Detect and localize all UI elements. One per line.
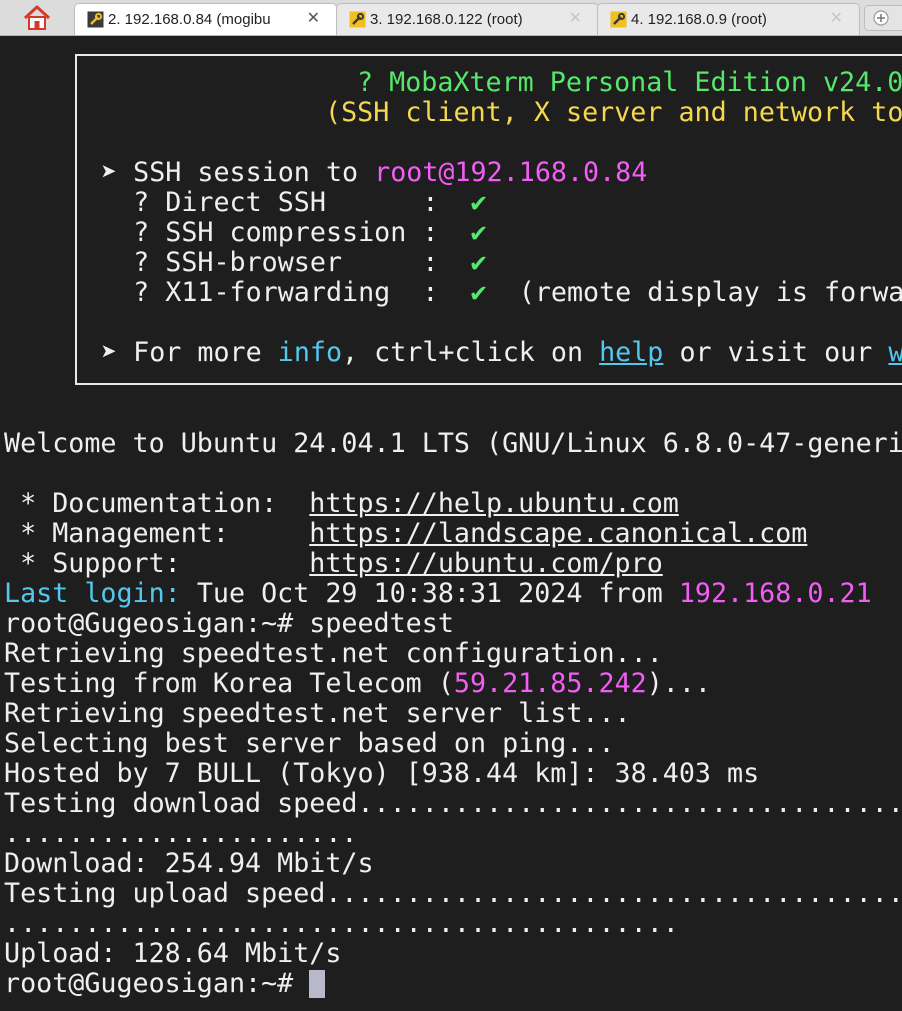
website-link[interactable]: we (888, 337, 902, 368)
home-tab-button[interactable] (22, 4, 52, 32)
tab-session-4[interactable]: 4. 192.168.0.9 (root) ✕ (597, 3, 860, 35)
tab-label: 2. 192.168.0.84 (mogibu (108, 11, 271, 28)
management-line: * Management: https://landscape.canonica… (4, 518, 808, 549)
close-icon[interactable]: ✕ (830, 9, 843, 29)
tab-session-3[interactable]: 3. 192.168.0.122 (root) ✕ (336, 3, 599, 35)
download-result: Download: 254.94 Mbit/s (4, 848, 374, 879)
home-icon (23, 5, 51, 30)
session-tab-bar: 2. 192.168.0.84 (mogibu ✕ 3. 192.168.0.1… (0, 0, 902, 36)
welcome-line: Welcome to Ubuntu 24.04.1 LTS (GNU/Linux… (4, 428, 902, 459)
documentation-line: * Documentation: https://help.ubuntu.com (4, 488, 679, 519)
management-link[interactable]: https://landscape.canonical.com (309, 518, 807, 549)
close-icon[interactable]: ✕ (569, 9, 582, 29)
output-line: Retrieving speedtest.net server list... (4, 698, 631, 729)
last-login-line: Last login: Tue Oct 29 10:38:31 2024 fro… (4, 578, 872, 609)
info-word: info (277, 337, 343, 368)
support-line: * Support: https://ubuntu.com/pro (4, 548, 663, 579)
feature-x11-forwarding: ? X11-forwarding : ✔ (remote display is … (101, 277, 902, 308)
ssh-session-line: ➤ SSH session to root@192.168.0.84 (101, 157, 648, 188)
feature-ssh-browser: ? SSH-browser : ✔ (101, 247, 487, 278)
documentation-link[interactable]: https://help.ubuntu.com (309, 488, 679, 519)
close-icon[interactable]: ✕ (307, 9, 320, 29)
more-info-line: ➤ For more info, ctrl+click on help or v… (101, 338, 902, 368)
feature-ssh-compression: ? SSH compression : ✔ (101, 217, 487, 248)
banner-subtitle: (SSH client, X server and network to (325, 97, 902, 128)
output-line: Hosted by 7 BULL (Tokyo) [938.44 km]: 38… (4, 758, 760, 789)
command-line: root@Gugeosigan:~# speedtest (4, 608, 454, 639)
tab-session-2[interactable]: 2. 192.168.0.84 (mogibu ✕ (74, 3, 337, 35)
final-prompt-line[interactable]: root@Gugeosigan:~# (4, 969, 326, 999)
output-line: Testing upload speed....................… (4, 878, 902, 909)
check-icon: ✔ (470, 187, 487, 218)
upload-result: Upload: 128.64 Mbit/s (4, 938, 342, 969)
check-icon: ✔ (470, 277, 487, 308)
output-line: Retrieving speedtest.net configuration..… (4, 638, 663, 669)
output-line: Selecting best server based on ping... (4, 728, 615, 759)
output-line: ........................................… (4, 908, 679, 939)
tool-icon (349, 11, 366, 28)
session-target: root@192.168.0.84 (374, 157, 648, 188)
tab-label: 3. 192.168.0.122 (root) (370, 11, 523, 28)
new-tab-button[interactable] (864, 5, 902, 31)
output-line: ...................... (4, 818, 358, 849)
mobaxterm-banner: ? MobaXterm Personal Edition v24.0 (SSH … (75, 54, 902, 385)
banner-title: ? MobaXterm Personal Edition v24.0 (357, 67, 902, 98)
output-line: Testing download speed..................… (4, 788, 902, 819)
check-icon: ✔ (470, 247, 487, 278)
tool-icon (610, 11, 627, 28)
output-line: Testing from Korea Telecom (59.21.85.242… (4, 668, 711, 699)
command: speedtest (309, 608, 454, 639)
text-cursor (309, 970, 326, 998)
tab-label: 4. 192.168.0.9 (root) (631, 11, 767, 28)
feature-direct-ssh: ? Direct SSH : ✔ (101, 187, 487, 218)
new-tab-icon (873, 10, 889, 26)
check-icon: ✔ (470, 217, 487, 248)
support-link[interactable]: https://ubuntu.com/pro (309, 548, 662, 579)
terminal-area[interactable]: ? MobaXterm Personal Edition v24.0 (SSH … (0, 36, 902, 1011)
tool-icon (87, 11, 104, 28)
help-link[interactable]: help (599, 337, 663, 368)
